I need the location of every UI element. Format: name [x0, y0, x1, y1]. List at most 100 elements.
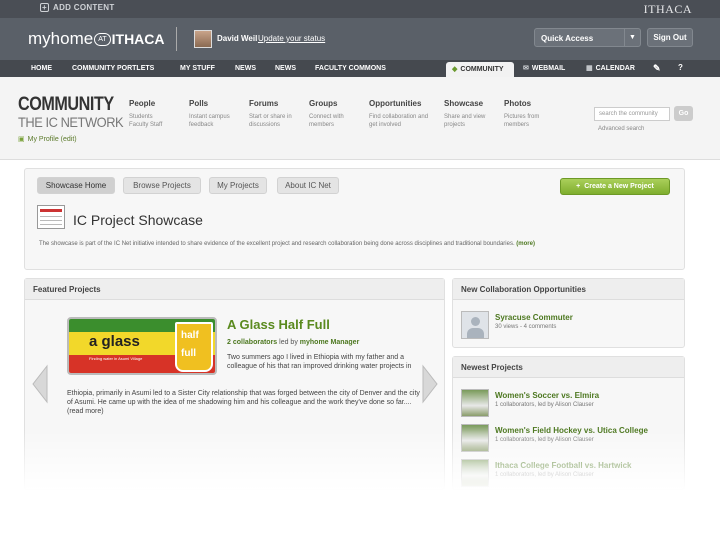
plus-icon: +: [576, 183, 581, 190]
featured-projects-heading: Featured Projects: [25, 279, 444, 300]
collaboration-item-link[interactable]: Syracuse Commuter: [495, 313, 573, 322]
glass-icon: half full: [175, 322, 213, 372]
project-thumbnail[interactable]: [461, 424, 489, 452]
project-thumbnail[interactable]: [461, 389, 489, 417]
tab-showcase-home[interactable]: Showcase Home: [37, 177, 115, 194]
collaboration-heading: New Collaboration Opportunities: [453, 279, 684, 300]
category-title: Photos: [504, 99, 532, 108]
nav-item-home[interactable]: HOME: [31, 65, 52, 72]
project-meta: 1 collaborators, led by Alison Clauser: [495, 472, 594, 478]
category-polls[interactable]: Polls Instant campus feedback: [189, 99, 230, 129]
category-forums[interactable]: Forums Start or share in discussions: [249, 99, 292, 129]
add-content-button[interactable]: + ADD CONTENT: [40, 3, 115, 12]
create-project-label: Create a New Project: [584, 183, 654, 190]
tab-browse-projects[interactable]: Browse Projects: [123, 177, 201, 194]
category-desc: Pictures from members: [504, 114, 540, 128]
wrench-icon[interactable]: ✎: [653, 63, 661, 74]
advanced-search-link[interactable]: Advanced search: [598, 126, 644, 132]
tab-my-projects[interactable]: My Projects: [209, 177, 267, 194]
chevron-down-icon: ▼: [624, 29, 640, 46]
community-search-input[interactable]: search the community: [594, 107, 670, 121]
main-nav: HOME COMMUNITY PORTLETS MY STUFF NEWS NE…: [0, 60, 720, 77]
community-icon: ◆: [452, 66, 458, 73]
category-desc: Connect with members: [309, 114, 344, 128]
myhome-logo[interactable]: myhome AT ITHACA: [28, 29, 165, 49]
mail-icon: ✉: [523, 65, 529, 72]
project-image[interactable]: a glass Finding water in Asumi Village h…: [67, 317, 217, 375]
project-description: Ethiopia, primarily in Asumi led to a Si…: [67, 390, 420, 415]
nav-calendar[interactable]: ▦ CALENDAR: [586, 64, 635, 72]
glass-cup-top: half: [181, 330, 199, 341]
community-header: COMMUNITY THE IC NETWORK ▣ My Profile (ed…: [0, 77, 720, 160]
category-groups[interactable]: Groups Connect with members: [309, 99, 344, 129]
list-item[interactable]: Ithaca College Football vs. Hartwick 1 c…: [461, 459, 681, 487]
sign-out-button[interactable]: Sign Out: [647, 28, 693, 47]
logo-main: myhome: [28, 29, 94, 48]
search-go-button[interactable]: Go: [674, 106, 693, 121]
category-photos[interactable]: Photos Pictures from members: [504, 99, 539, 129]
nav-webmail-label: WEBMAIL: [531, 65, 566, 72]
showcase-panel: Showcase Home Browse Projects My Project…: [24, 168, 685, 270]
header-divider: [176, 27, 177, 51]
project-leader-link[interactable]: myhome Manager: [300, 339, 360, 346]
newest-projects-heading: Newest Projects: [453, 357, 684, 378]
showcase-description-text: The showcase is part of the IC Net initi…: [39, 241, 515, 247]
quick-access-label: Quick Access: [541, 34, 594, 43]
project-description-intro: Two summers ago I lived in Ethiopia with…: [227, 354, 412, 370]
featured-project-title[interactable]: A Glass Half Full: [227, 317, 330, 332]
tab-about-ic-net[interactable]: About IC Net: [277, 177, 339, 194]
category-title: Showcase: [444, 99, 484, 108]
site-header: myhome AT ITHACA David Weil Update your st…: [0, 18, 720, 60]
tab-community[interactable]: ◆ COMMUNITY: [446, 62, 514, 77]
category-showcase[interactable]: Showcase Share and view projects: [444, 99, 485, 129]
user-name[interactable]: David Weil: [217, 34, 257, 43]
calendar-icon: ▦: [586, 65, 593, 72]
project-meta: 1 collaborators, led by Alison Clauser: [495, 437, 594, 443]
tab-community-label: COMMUNITY: [460, 66, 504, 73]
nav-item-news-2[interactable]: NEWS: [275, 65, 296, 72]
nav-item-my-stuff[interactable]: MY STUFF: [180, 65, 215, 72]
community-brand-subtitle: THE IC NETWORK: [18, 114, 124, 130]
list-item[interactable]: Women's Field Hockey vs. Utica College 1…: [461, 424, 681, 452]
project-meta: 1 collaborators, led by Alison Clauser: [495, 402, 594, 408]
project-collaborators: 2 collaborators led by myhome Manager: [227, 339, 359, 346]
avatar[interactable]: [194, 30, 212, 48]
community-brand[interactable]: COMMUNITY: [18, 94, 114, 116]
nav-webmail[interactable]: ✉ WEBMAIL: [523, 64, 565, 72]
help-icon[interactable]: ?: [678, 63, 683, 72]
logo-at: AT: [94, 33, 111, 46]
category-desc: Start or share in discussions: [249, 114, 292, 128]
add-content-label: ADD CONTENT: [53, 3, 115, 12]
create-project-button[interactable]: + Create a New Project: [560, 178, 670, 195]
nav-item-community-portlets[interactable]: COMMUNITY PORTLETS: [72, 65, 154, 72]
logo-ithaca: ITHACA: [111, 31, 165, 47]
glass-cup-bottom: full: [181, 348, 196, 359]
project-thumbnail[interactable]: [461, 459, 489, 487]
update-status-link[interactable]: Update your status: [258, 34, 325, 43]
showcase-window-icon: [37, 205, 65, 229]
profile-icon: ▣: [18, 136, 25, 143]
list-item[interactable]: Women's Soccer vs. Elmira 1 collaborator…: [461, 389, 681, 417]
arrow-left-icon[interactable]: [31, 364, 49, 404]
category-opportunities[interactable]: Opportunities Find collaboration and get …: [369, 99, 428, 129]
ithaca-wordmark: ITHACA: [643, 2, 692, 16]
project-name-link[interactable]: Ithaca College Football vs. Hartwick: [495, 461, 631, 470]
page-title: IC Project Showcase: [73, 212, 203, 228]
more-link[interactable]: (more): [516, 241, 535, 247]
category-title: Groups: [309, 99, 338, 108]
category-people[interactable]: People Students Faculty Staff: [129, 99, 162, 129]
my-profile-label: My Profile (edit): [27, 136, 77, 143]
nav-item-news[interactable]: NEWS: [235, 65, 256, 72]
nav-item-faculty-commons[interactable]: FACULTY COMMONS: [315, 65, 386, 72]
my-profile-link[interactable]: ▣ My Profile (edit): [18, 135, 77, 143]
project-name-link[interactable]: Women's Field Hockey vs. Utica College: [495, 426, 648, 435]
quick-access-select[interactable]: Quick Access ▼: [534, 28, 641, 47]
category-desc: Share and view projects: [444, 114, 486, 128]
category-desc: Students Faculty Staff: [129, 114, 163, 128]
category-title: Polls: [189, 99, 209, 108]
category-title: Opportunities: [369, 99, 422, 108]
project-name-link[interactable]: Women's Soccer vs. Elmira: [495, 391, 599, 400]
newest-projects-panel: Newest Projects Women's Soccer vs. Elmir…: [452, 356, 685, 490]
user-placeholder-icon[interactable]: [461, 311, 489, 339]
collaborators-link[interactable]: 2 collaborators: [227, 339, 277, 346]
